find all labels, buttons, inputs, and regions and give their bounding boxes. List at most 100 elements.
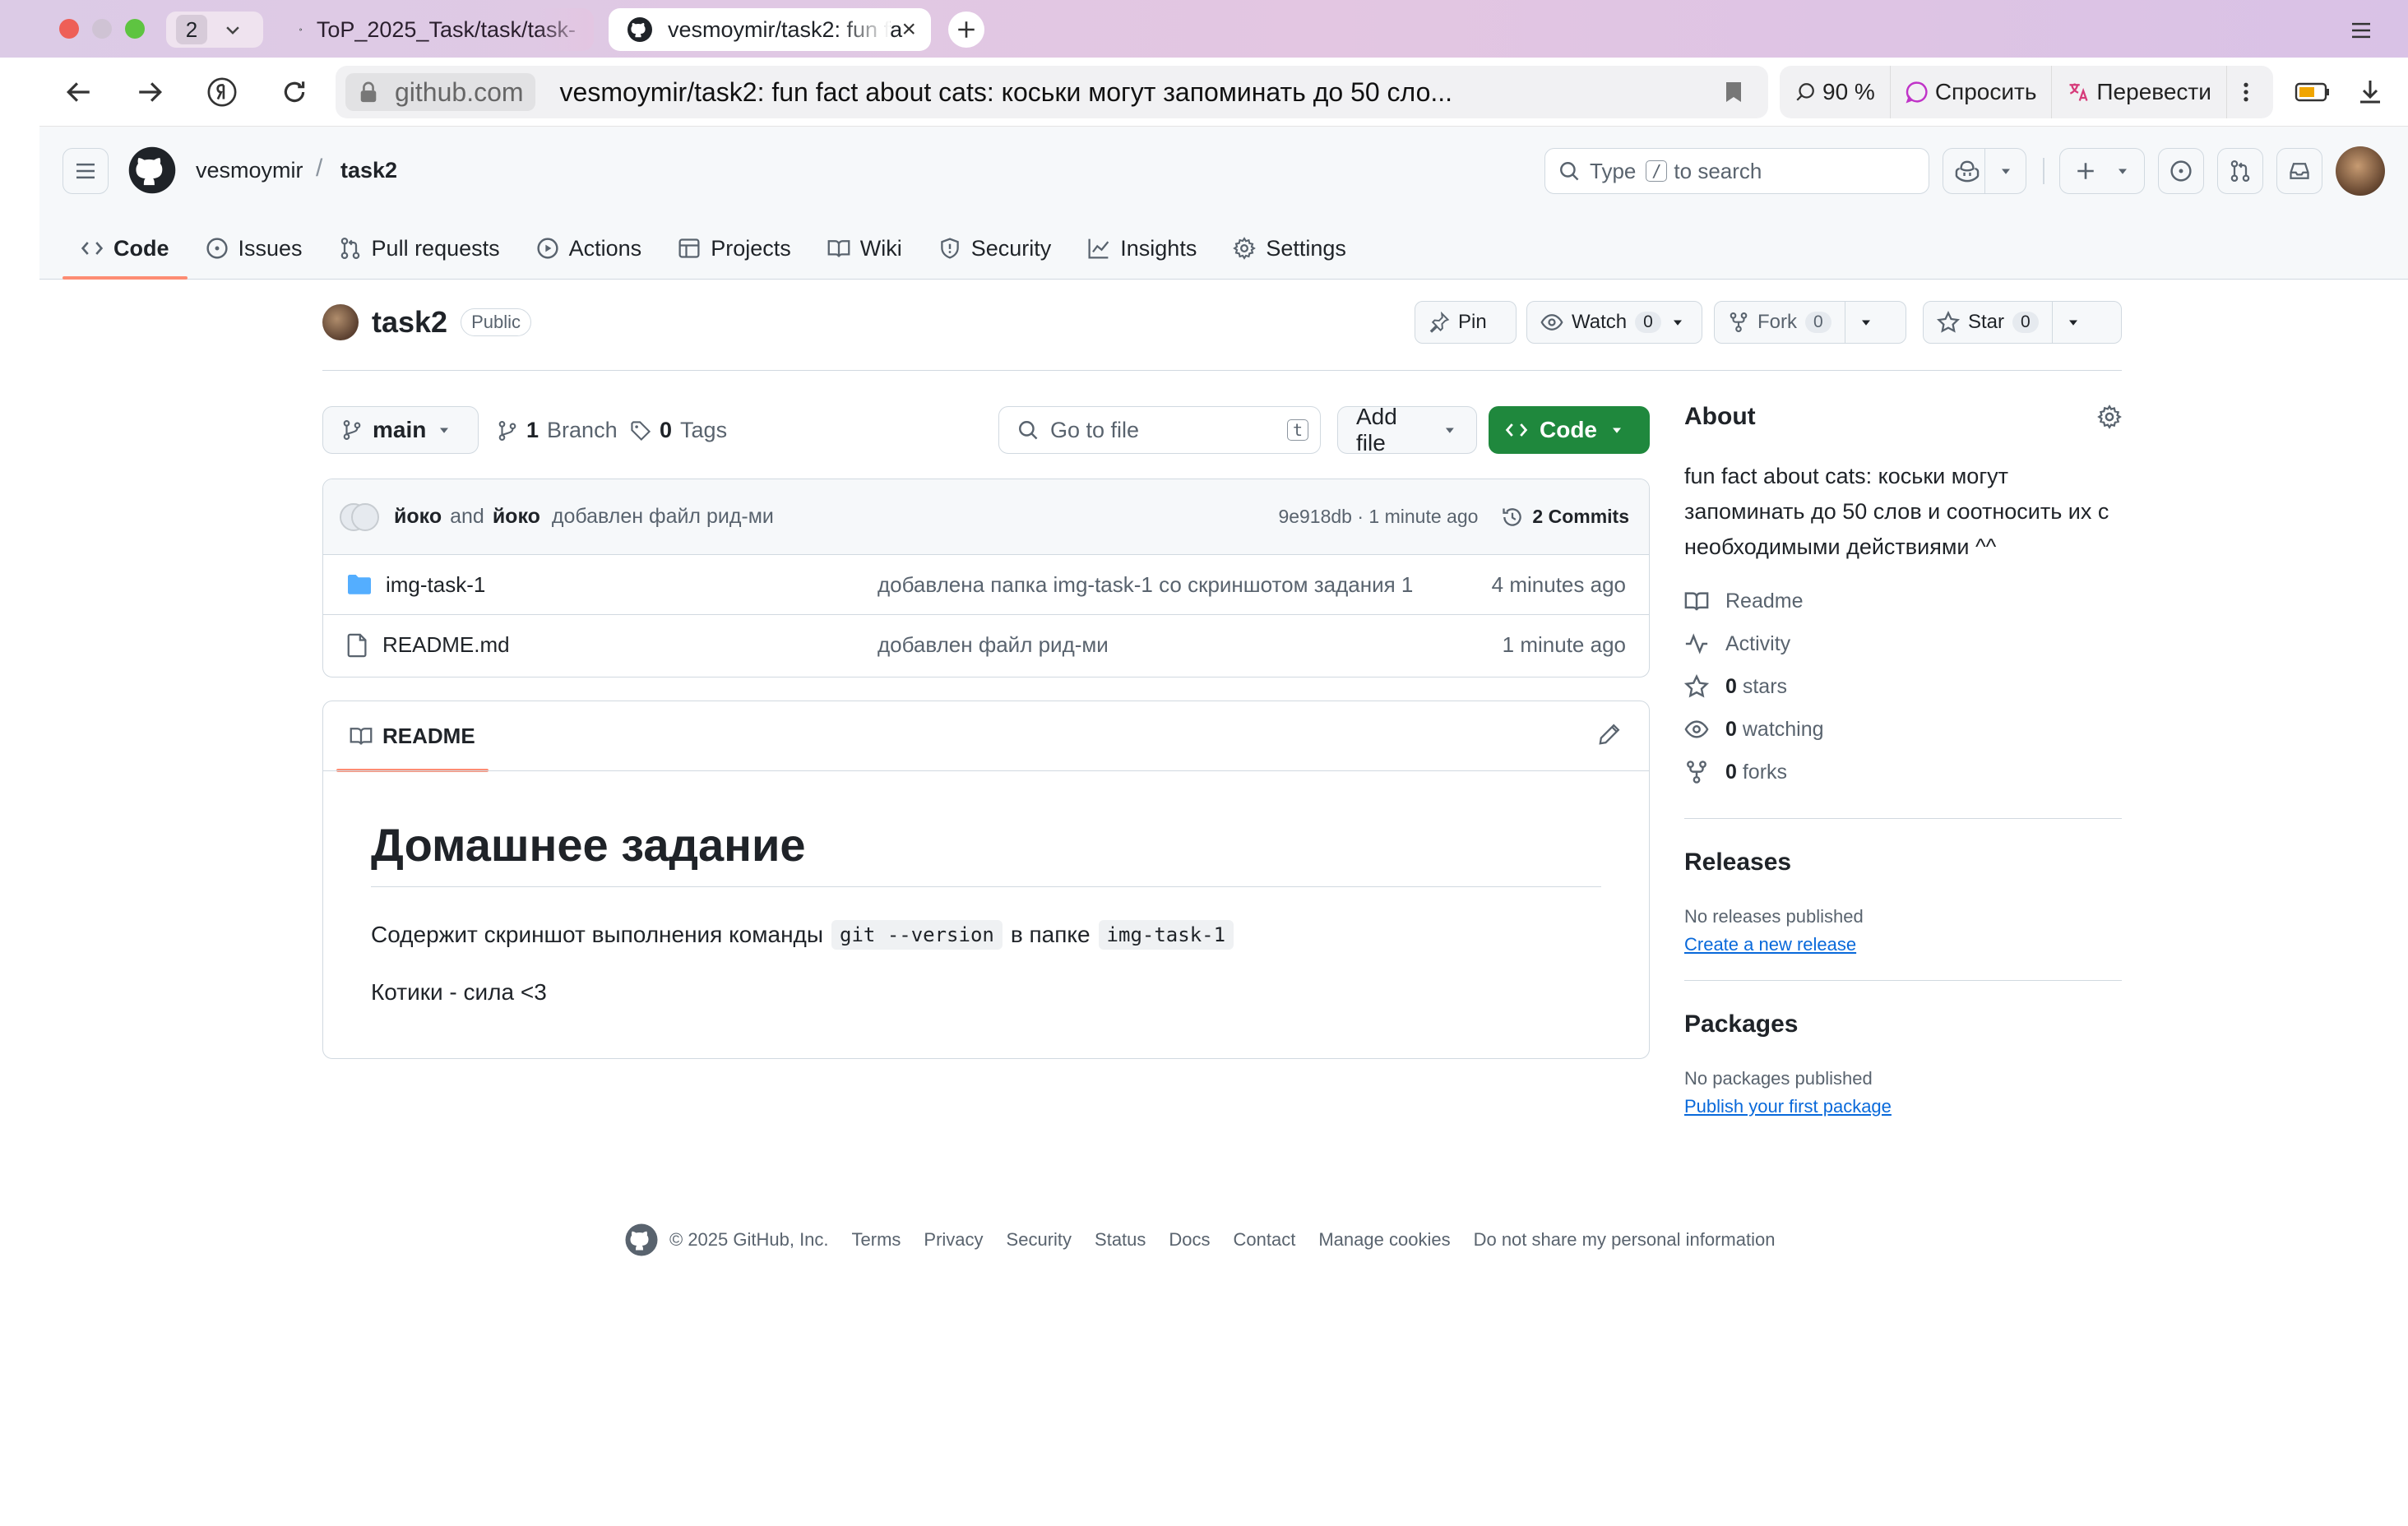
commit-author-1[interactable]: йоко [394, 505, 442, 529]
browser-menu-icon[interactable] [2350, 15, 2372, 47]
activity-link[interactable]: Activity [1684, 622, 2122, 665]
branch-selector[interactable]: main [322, 406, 479, 454]
triangle-down-icon [1673, 320, 1682, 326]
packages-heading[interactable]: Packages [1684, 1010, 2122, 1038]
breadcrumb-repo[interactable]: task2 [340, 158, 397, 183]
code-download-button[interactable]: Code [1489, 406, 1650, 454]
footer-link-security[interactable]: Security [1007, 1229, 1072, 1251]
forks-link[interactable]: 0 forks [1684, 751, 2122, 793]
file-commit-message[interactable]: добавлен файл рид-ми [878, 632, 1109, 658]
go-to-file-input[interactable]: Go to file t [998, 406, 1321, 454]
new-tab-button[interactable] [948, 12, 984, 48]
tab-security[interactable]: Security [920, 217, 1070, 280]
fork-button[interactable]: Fork 0 [1714, 301, 1906, 344]
browser-tab-1[interactable]: ToP_2025_Task/task/task- [281, 8, 594, 51]
branches-link[interactable]: 1 Branch [497, 418, 618, 443]
footer-link-privacy[interactable]: Privacy [924, 1229, 983, 1251]
create-new-button[interactable] [2059, 148, 2145, 194]
tab-actions[interactable]: Actions [518, 217, 660, 280]
file-row-file[interactable]: README.md добавлен файл рид-ми 1 minute … [323, 615, 1649, 675]
gear-icon[interactable] [2097, 405, 2122, 429]
fork-dropdown[interactable] [1844, 302, 1887, 343]
commits-history-link[interactable]: 2 Commits [1501, 506, 1629, 529]
watching-link[interactable]: 0 watching [1684, 708, 2122, 751]
commit-message[interactable]: добавлен файл рид-ми [552, 505, 774, 529]
tab-code[interactable]: Code [63, 217, 188, 280]
footer-link-status[interactable]: Status [1095, 1229, 1146, 1251]
tab-insights[interactable]: Insights [1069, 217, 1215, 280]
address-bar[interactable]: github.com vesmoymir/task2: fun fact abo… [336, 66, 1768, 118]
close-tab-icon[interactable]: × [901, 16, 916, 44]
star-button[interactable]: Star 0 [1923, 301, 2122, 344]
releases-heading[interactable]: Releases [1684, 849, 2122, 876]
ask-button[interactable]: Спросить [1891, 66, 2053, 118]
tab-group-switcher[interactable]: 2 [166, 12, 263, 48]
commit-hash-time[interactable]: 9e918db · 1 minute ago [1278, 506, 1478, 528]
user-avatar[interactable] [2336, 146, 2385, 196]
repo-name[interactable]: task2 [372, 305, 447, 340]
kebab-menu-icon [2244, 82, 2248, 102]
github-mark-icon[interactable] [625, 1223, 658, 1256]
create-release-link[interactable]: Create a new release [1684, 934, 2122, 955]
tab-pull-requests[interactable]: Pull requests [321, 217, 518, 280]
pencil-icon[interactable] [1598, 723, 1621, 746]
breadcrumb-owner[interactable]: vesmoymir [196, 158, 303, 183]
watch-button[interactable]: Watch 0 [1526, 301, 1702, 344]
readme-link[interactable]: Readme [1684, 580, 2122, 622]
reload-button[interactable] [276, 74, 313, 110]
translate-button[interactable]: Перевести [2052, 66, 2227, 118]
open-global-nav-button[interactable] [63, 148, 109, 194]
tab-issues[interactable]: Issues [188, 217, 321, 280]
more-menu-button[interactable] [2227, 66, 2265, 118]
footer-link-docs[interactable]: Docs [1169, 1229, 1210, 1251]
browser-tabstrip: 2 ToP_2025_Task/task/task- vesmoymir/tas… [0, 0, 2408, 58]
translate-icon [2069, 83, 2088, 101]
global-search-input[interactable]: Type / to search [1544, 148, 1929, 194]
file-name[interactable]: img-task-1 [386, 572, 879, 598]
publish-package-link[interactable]: Publish your first package [1684, 1096, 2122, 1117]
browser-tab-2-active[interactable]: vesmoymir/task2: fun fa × [609, 8, 931, 51]
downloads-button[interactable] [2352, 74, 2388, 110]
window-minimize-button[interactable] [92, 19, 112, 39]
zoom-control[interactable]: 90 % [1780, 66, 1891, 118]
footer-link-terms[interactable]: Terms [852, 1229, 901, 1251]
commit-author-2[interactable]: йоко [493, 505, 540, 529]
star-list-dropdown[interactable] [2051, 302, 2095, 343]
url-domain: github.com [395, 76, 524, 107]
add-file-button[interactable]: Add file [1337, 404, 1477, 455]
footer-link-manage-cookies[interactable]: Manage cookies [1318, 1229, 1450, 1251]
url-domain-chip[interactable]: github.com [345, 73, 535, 111]
inbox-button[interactable] [2276, 148, 2322, 194]
bookmark-icon[interactable] [1724, 81, 1743, 104]
footer-link-contact[interactable]: Contact [1234, 1229, 1296, 1251]
your-pull-requests-button[interactable] [2217, 148, 2263, 194]
owner-avatar[interactable] [322, 304, 359, 340]
yandex-home-button[interactable] [204, 74, 240, 110]
inbox-icon [2290, 163, 2309, 179]
your-issues-button[interactable] [2158, 148, 2204, 194]
github-logo-icon[interactable] [128, 146, 176, 194]
readme-tab[interactable]: README [336, 701, 489, 772]
tab-settings[interactable]: Settings [1215, 217, 1364, 280]
stars-link[interactable]: 0 stars [1684, 665, 2122, 708]
pin-button[interactable]: Pin [1415, 301, 1517, 344]
footer-link-do-not-share[interactable]: Do not share my personal information [1474, 1229, 1776, 1251]
commit-author-avatars[interactable] [340, 502, 384, 531]
readme-paragraph: Содержит скриншот выполнения команды git… [371, 920, 1234, 950]
triangle-down-icon [1862, 320, 1871, 326]
tag-icon [631, 420, 651, 441]
file-row-folder[interactable]: img-task-1 добавлена папка img-task-1 со… [323, 555, 1649, 615]
github-logo-icon [299, 28, 302, 31]
watch-count: 0 [1635, 312, 1661, 333]
tab-wiki[interactable]: Wiki [809, 217, 920, 280]
tags-link[interactable]: 0 Tags [630, 418, 727, 443]
triangle-down-icon [2119, 169, 2127, 174]
window-close-button[interactable] [59, 19, 79, 39]
copilot-button[interactable] [1943, 148, 2026, 194]
tab-projects[interactable]: Projects [660, 217, 809, 280]
file-name[interactable]: README.md [382, 632, 876, 658]
back-button[interactable] [61, 74, 97, 110]
window-zoom-button[interactable] [125, 19, 145, 39]
forward-button[interactable] [132, 74, 168, 110]
file-commit-message[interactable]: добавлена папка img-task-1 со скриншотом… [878, 572, 1413, 598]
